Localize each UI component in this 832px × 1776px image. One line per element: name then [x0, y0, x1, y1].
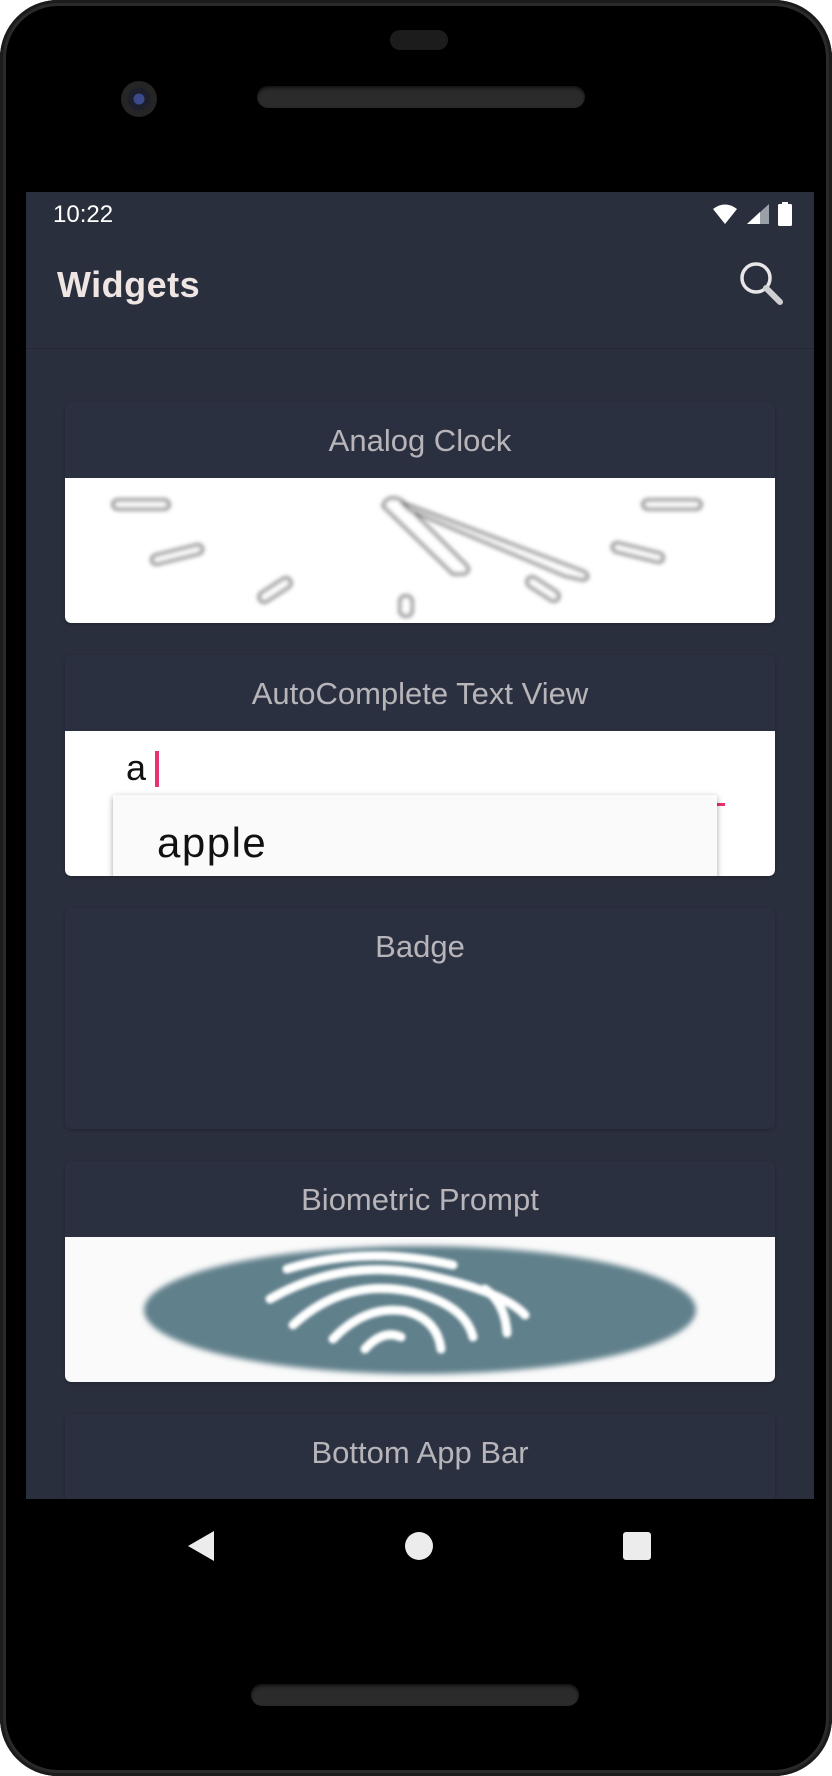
bottom-speaker-grille [251, 1684, 579, 1706]
home-circle-icon [405, 1532, 433, 1560]
widget-card-biometric-prompt[interactable]: Biometric Prompt [65, 1161, 775, 1382]
recents-square-icon [623, 1532, 651, 1560]
autocomplete-preview: a apple [65, 731, 775, 876]
back-button[interactable] [176, 1521, 226, 1571]
analog-clock-preview [65, 478, 775, 623]
back-triangle-icon [188, 1531, 214, 1561]
earpiece-slot [390, 30, 448, 50]
widget-card-autocomplete[interactable]: AutoComplete Text View a apple [65, 655, 775, 876]
top-speaker-grille [257, 86, 585, 108]
autocomplete-dropdown: apple [113, 795, 717, 876]
widget-title: Badge [375, 929, 465, 964]
widget-title: Analog Clock [328, 423, 512, 458]
biometric-preview [65, 1237, 775, 1382]
suggestion-item[interactable]: apple [157, 819, 267, 867]
analog-clock-image [111, 496, 703, 618]
widget-title: AutoComplete Text View [251, 676, 589, 711]
system-navigation-bar [0, 1499, 832, 1594]
autocomplete-input[interactable]: a [124, 745, 775, 806]
widget-card-badge[interactable]: Badge [65, 908, 775, 1129]
widget-card-analog-clock[interactable]: Analog Clock [65, 402, 775, 623]
recents-button[interactable] [612, 1521, 662, 1571]
home-button[interactable] [394, 1521, 444, 1571]
widget-list-viewport: Analog Clock AutoComplete Text View a ap… [26, 192, 814, 1499]
widget-title: Biometric Prompt [301, 1182, 539, 1217]
widget-title: Bottom App Bar [311, 1435, 529, 1470]
text-cursor [155, 751, 159, 787]
widget-card-bottom-app-bar[interactable]: Bottom App Bar [65, 1414, 775, 1499]
autocomplete-input-value: a [126, 747, 147, 788]
fingerprint-icon [144, 1246, 696, 1374]
front-camera [121, 81, 157, 117]
